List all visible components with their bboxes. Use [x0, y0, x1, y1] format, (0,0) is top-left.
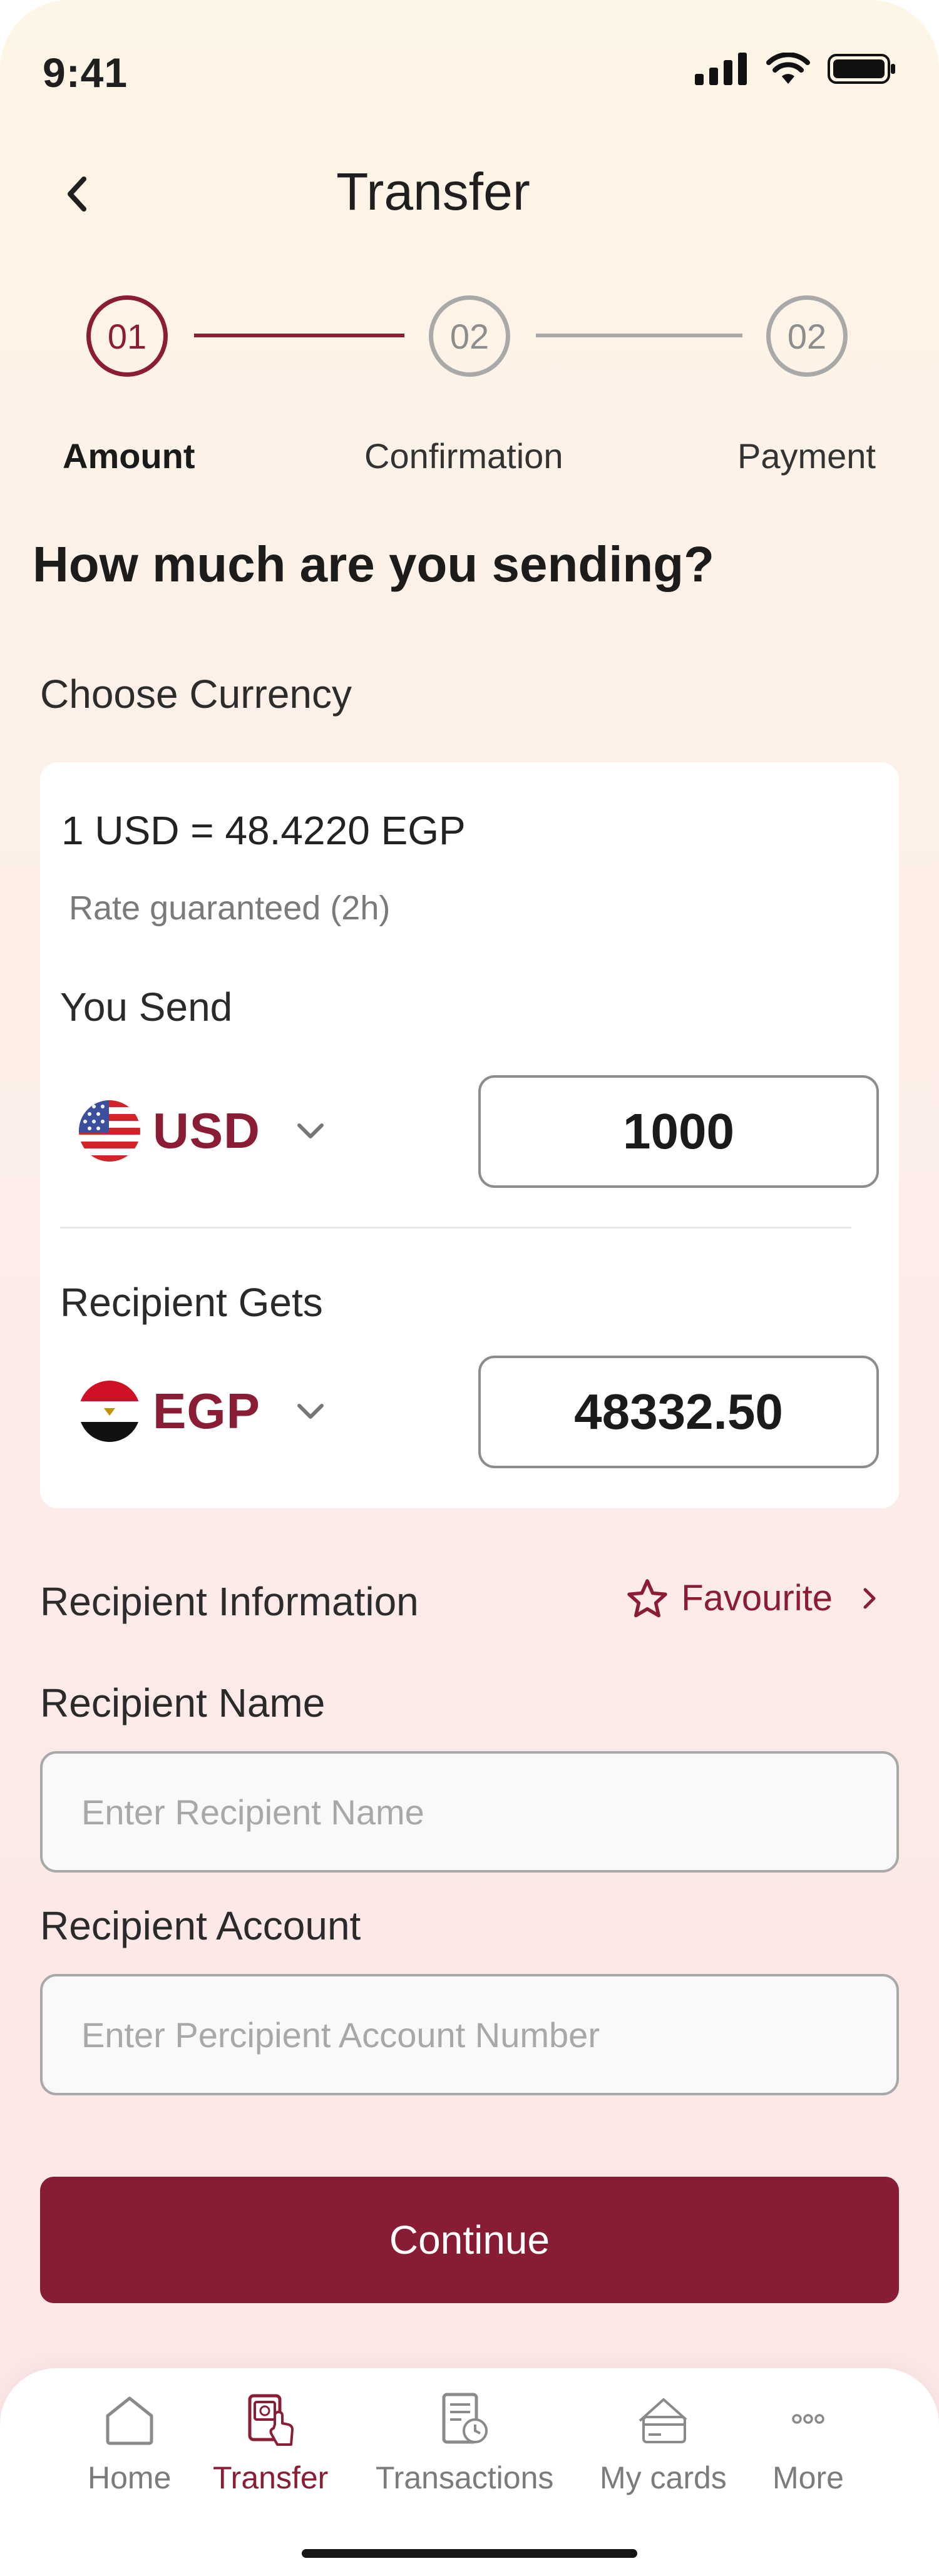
page-title: Transfer: [336, 162, 530, 221]
step-2-indicator: 02: [429, 295, 510, 377]
us-flag-icon: [79, 1100, 140, 1162]
nav-home-label: Home: [88, 2460, 172, 2495]
step-3-label: Payment: [737, 436, 876, 476]
section-heading: How much are you sending?: [33, 536, 715, 592]
exchange-rate: 1 USD = 48.4220 EGP: [61, 808, 466, 853]
step-connector-2: [536, 334, 742, 337]
receive-amount-input[interactable]: 48332.50: [478, 1356, 879, 1468]
nav-transactions[interactable]: Transactions: [376, 2391, 553, 2496]
status-icons: [695, 53, 896, 85]
rate-guarantee-note: Rate guaranteed (2h): [69, 889, 391, 927]
recipient-account-input[interactable]: [40, 1974, 899, 2095]
favourite-link[interactable]: Favourite: [626, 1577, 879, 1619]
transfer-icon: [248, 2394, 294, 2446]
send-currency-code: USD: [153, 1103, 260, 1158]
recipient-info-title: Recipient Information: [40, 1579, 419, 1624]
more-icon: [792, 2414, 824, 2424]
nav-transfer[interactable]: Transfer: [213, 2391, 328, 2496]
signal-icon: [695, 53, 747, 85]
nav-home[interactable]: Home: [88, 2391, 171, 2496]
nav-more[interactable]: More: [772, 2391, 844, 2496]
step-1-indicator: 01: [86, 295, 168, 377]
step-3-indicator: 02: [766, 295, 848, 377]
battery-icon: [828, 54, 895, 84]
chevron-right-icon: [863, 1588, 876, 1608]
recipient-name-label: Recipient Name: [40, 1680, 326, 1725]
transfer-screen: 9:41 Transfer 01 02 02 Amount Confirmati…: [0, 0, 939, 2576]
nav-my-cards-label: My cards: [600, 2460, 727, 2495]
egypt-flag-icon: [79, 1381, 140, 1442]
step-2-label: Confirmation: [364, 436, 563, 476]
send-amount-input[interactable]: 1000: [478, 1075, 879, 1188]
home-indicator: [302, 2549, 637, 2558]
receive-currency-select[interactable]: EGP: [79, 1381, 326, 1442]
recipient-account-label: Recipient Account: [40, 1903, 361, 1948]
transactions-icon: [442, 2393, 488, 2444]
receive-currency-code: EGP: [153, 1383, 260, 1439]
cards-icon: [639, 2398, 687, 2443]
nav-more-label: More: [772, 2460, 844, 2495]
send-currency-select[interactable]: USD: [79, 1100, 326, 1162]
chevron-down-icon: [297, 1123, 324, 1138]
status-time: 9:41: [43, 49, 128, 96]
recipient-gets-label: Recipient Gets: [60, 1280, 323, 1325]
favourite-label: Favourite: [681, 1578, 833, 1618]
wifi-icon: [766, 53, 810, 84]
continue-button[interactable]: Continue: [40, 2177, 899, 2303]
star-icon: [627, 1578, 667, 1617]
you-send-label: You Send: [60, 984, 233, 1030]
card-divider: [60, 1227, 851, 1229]
nav-transfer-label: Transfer: [213, 2460, 329, 2495]
choose-currency-label: Choose Currency: [40, 672, 352, 717]
nav-my-cards[interactable]: My cards: [600, 2391, 727, 2496]
step-1-label: Amount: [63, 436, 195, 476]
nav-transactions-label: Transactions: [376, 2460, 554, 2495]
step-connector-1: [194, 334, 404, 337]
home-icon: [106, 2396, 153, 2445]
chevron-down-icon: [297, 1404, 324, 1419]
recipient-name-input[interactable]: [40, 1751, 899, 1873]
